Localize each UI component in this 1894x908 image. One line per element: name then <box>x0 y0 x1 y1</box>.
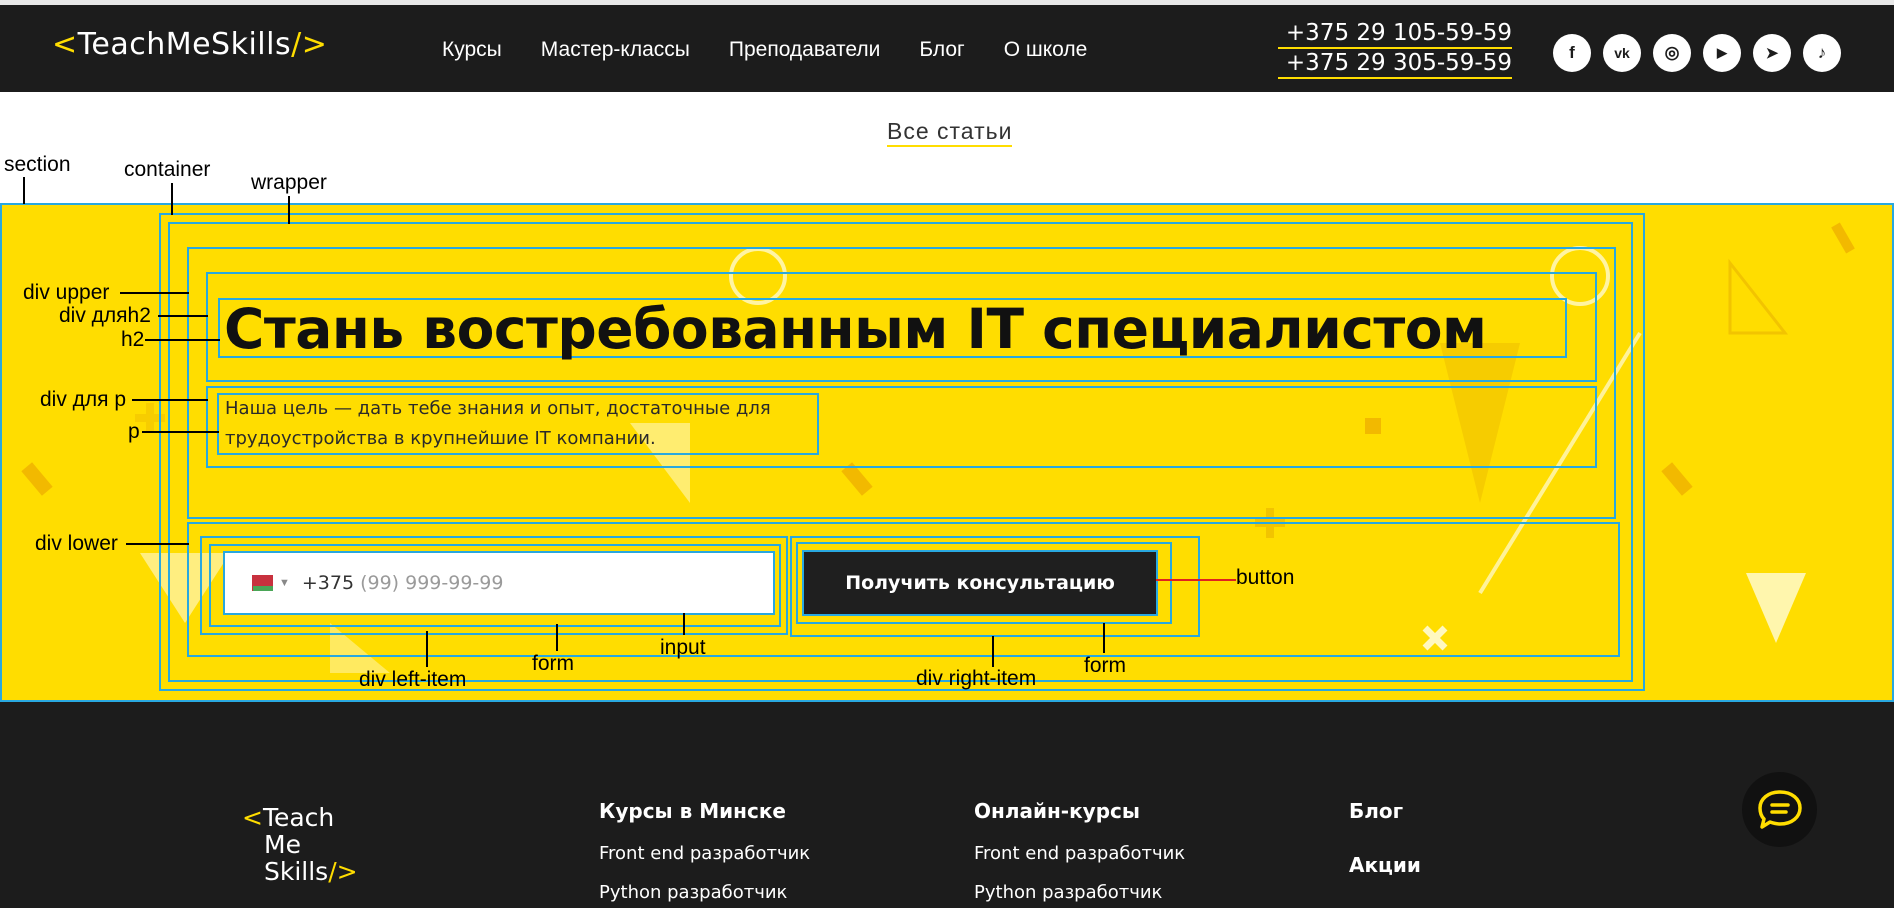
footer-link[interactable]: Python разработчик <box>974 882 1185 903</box>
promo-title: Стань востребованным IT специалистом <box>224 297 1487 361</box>
footer-logo[interactable]: <Teach Me Skills/> <box>242 804 358 885</box>
phone-input[interactable]: ▼ +375 (99) 999-99-99 <box>223 551 775 615</box>
annotation-div-right-item: div right-item <box>916 667 1037 690</box>
logo-left-bracket: < <box>52 27 78 62</box>
pointer-wrapper <box>288 196 290 224</box>
pointer-container <box>171 183 173 215</box>
phone-link-2[interactable]: +375 29 305-59-59 <box>1278 49 1512 79</box>
nav-teachers[interactable]: Преподаватели <box>729 38 880 62</box>
footer-link[interactable]: Front end разработчик <box>599 843 810 864</box>
youtube-icon[interactable]: ▶ <box>1703 34 1741 72</box>
nav-masterclasses[interactable]: Мастер-классы <box>541 38 690 62</box>
consultation-button[interactable]: Получить консультацию <box>802 550 1158 616</box>
promo-paragraph: Наша цель — дать тебе знания и опыт, дос… <box>225 398 771 449</box>
nav-blog[interactable]: Блог <box>919 38 964 62</box>
belarus-flag-icon[interactable] <box>249 575 273 591</box>
footer-heading: Онлайн-курсы <box>974 799 1140 823</box>
footer-logo-line3: Skills <box>264 857 329 886</box>
annotation-h2: h2 <box>121 328 145 351</box>
chat-icon <box>1757 789 1802 829</box>
site-header: <TeachMeSkills/> Курсы Мастер-классы Пре… <box>0 5 1894 92</box>
pointer-div-left-item <box>426 631 428 667</box>
pointer-h2 <box>145 339 220 341</box>
pointer-div-right-item <box>992 636 994 667</box>
phone-placeholder: (99) 999-99-99 <box>360 572 504 594</box>
footer-logo-line2: Me <box>264 830 301 859</box>
footer-blog-link[interactable]: Блог <box>1349 799 1421 823</box>
pointer-section <box>23 177 25 204</box>
footer-column-online: Онлайн-курсы Front end разработчик Pytho… <box>974 799 1185 903</box>
instagram-icon[interactable]: ◎ <box>1653 34 1691 72</box>
logo-right-bracket: /> <box>291 27 328 62</box>
annotation-div-upper: div upper <box>23 281 110 304</box>
annotation-div-h2: div дляh2 <box>59 304 151 327</box>
footer-link[interactable]: Front end разработчик <box>974 843 1185 864</box>
main-nav: Курсы Мастер-классы Преподаватели Блог О… <box>442 38 1087 62</box>
annotation-button: button <box>1236 566 1295 589</box>
pointer-input <box>683 613 685 635</box>
pointer-div-p <box>132 399 208 401</box>
vk-icon[interactable]: vk <box>1603 34 1641 72</box>
phone-numbers: +375 29 105-59-59 +375 29 305-59-59 <box>1278 19 1512 79</box>
logo-text: TeachMeSkills <box>77 27 292 62</box>
pointer-form-right <box>1103 623 1105 653</box>
footer-logo-line1: Teach <box>262 803 335 832</box>
annotation-wrapper: wrapper <box>251 171 327 194</box>
annotation-section: section <box>4 153 71 176</box>
annotation-input: input <box>660 636 706 659</box>
annotation-p: p <box>128 420 140 443</box>
pointer-div-h2 <box>158 315 208 317</box>
all-articles-link[interactable]: Все статьи <box>887 118 1013 147</box>
pointer-button <box>1156 579 1236 581</box>
footer-promotions-link[interactable]: Акции <box>1349 853 1421 877</box>
annotation-form-right: form <box>1084 654 1126 677</box>
footer-logo-right-bracket: /> <box>328 857 358 886</box>
social-links: f vk ◎ ▶ ➤ ♪ <box>1553 34 1841 72</box>
footer-column-blog: Блог Акции <box>1349 799 1421 877</box>
footer-logo-left-bracket: < <box>242 803 263 832</box>
annotation-div-left-item: div left-item <box>359 668 467 691</box>
pointer-div-lower <box>126 543 189 545</box>
nav-about[interactable]: О школе <box>1004 38 1088 62</box>
chat-button[interactable] <box>1742 772 1817 847</box>
annotation-form-left: form <box>532 652 574 675</box>
nav-courses[interactable]: Курсы <box>442 38 502 62</box>
annotation-div-lower: div lower <box>35 532 118 555</box>
pointer-div-upper <box>120 292 189 294</box>
chevron-down-icon[interactable]: ▼ <box>279 577 290 589</box>
footer-column-minsk: Курсы в Минске Front end разработчик Pyt… <box>599 799 810 903</box>
tiktok-icon[interactable]: ♪ <box>1803 34 1841 72</box>
annotation-container: container <box>124 158 211 181</box>
annotation-div-p: div для p <box>40 388 127 411</box>
footer-heading: Курсы в Минске <box>599 799 786 823</box>
phone-prefix: +375 <box>301 572 355 594</box>
pointer-form-left <box>556 624 558 651</box>
logo[interactable]: <TeachMeSkills/> <box>52 27 327 62</box>
footer-link[interactable]: Python разработчик <box>599 882 810 903</box>
telegram-icon[interactable]: ➤ <box>1753 34 1791 72</box>
facebook-icon[interactable]: f <box>1553 34 1591 72</box>
phone-link-1[interactable]: +375 29 105-59-59 <box>1278 19 1512 49</box>
pointer-p <box>142 431 219 433</box>
